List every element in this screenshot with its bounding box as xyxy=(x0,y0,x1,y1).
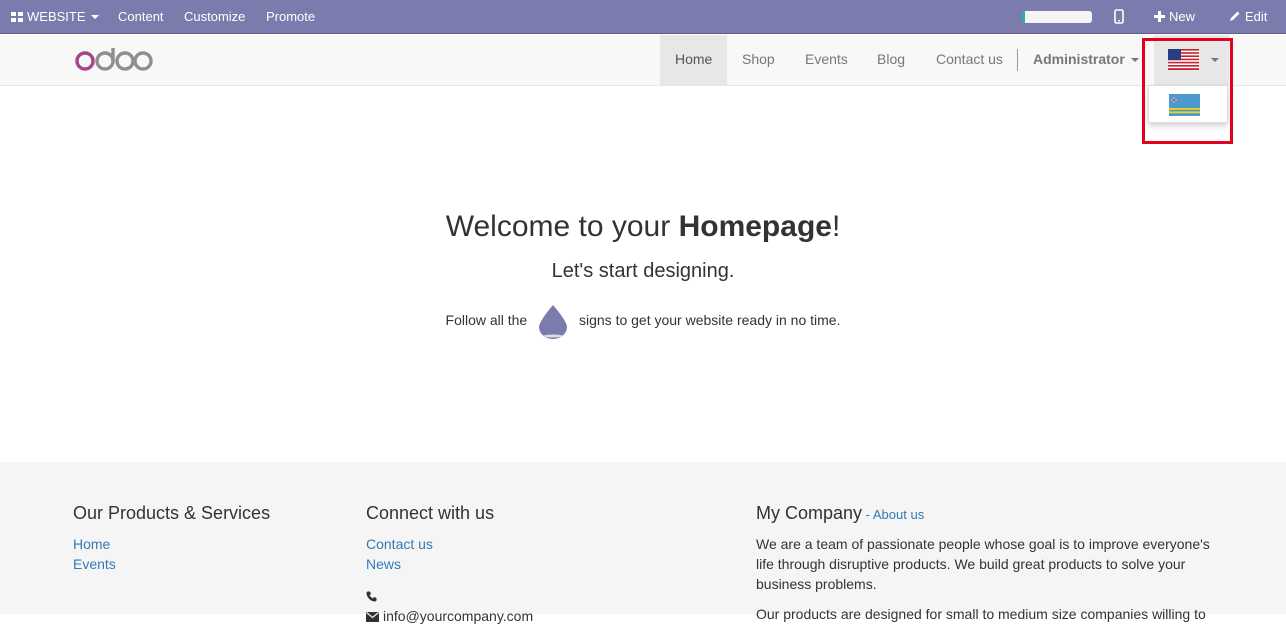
company-separator: - xyxy=(862,507,873,522)
promote-menu[interactable]: Promote xyxy=(266,0,315,34)
user-menu[interactable]: Administrator xyxy=(1018,35,1154,85)
site-footer: Our Products & Services Home Events Conn… xyxy=(0,462,1286,624)
droplet-icon xyxy=(539,305,568,340)
mobile-preview-button[interactable] xyxy=(1114,0,1124,34)
website-menu-label: WEBSITE xyxy=(27,9,86,24)
footer-link-home[interactable]: Home xyxy=(73,534,270,554)
footer-products-title: Our Products & Services xyxy=(73,503,271,523)
language-dropdown xyxy=(1148,85,1228,123)
footer-connect: Connect with us Contact us News info@you… xyxy=(366,502,533,626)
website-menu[interactable]: WEBSITE xyxy=(11,0,99,34)
footer-products: Our Products & Services Home Events xyxy=(73,502,270,574)
chevron-down-icon xyxy=(1211,58,1219,62)
odoo-logo[interactable] xyxy=(75,47,155,73)
footer-email-text: info@yourcompany.com xyxy=(383,608,534,624)
company-name: My Company xyxy=(756,503,863,523)
hero-subtitle: Let's start designing. xyxy=(551,260,735,282)
footer-company-title: My Company - About us xyxy=(756,502,1216,524)
user-menu-label: Administrator xyxy=(1033,51,1125,67)
edit-button-label: Edit xyxy=(1245,9,1268,24)
hero-title-suffix: ! xyxy=(831,210,841,243)
phone-icon xyxy=(366,591,377,602)
nav-item-contact-us[interactable]: Contact us xyxy=(921,35,1018,85)
company-description-2: Our products are designed for small to m… xyxy=(756,606,1206,622)
about-us-link[interactable]: About us xyxy=(873,507,924,522)
site-navbar: Home Shop Events Blog Contact us Adminis… xyxy=(0,35,1286,86)
apps-grid-icon xyxy=(11,12,23,22)
footer-link-events[interactable]: Events xyxy=(73,554,270,574)
follow-suffix: signs to get your website ready in no ti… xyxy=(579,312,841,328)
nav-item-events[interactable]: Events xyxy=(790,35,863,85)
language-selector[interactable] xyxy=(1154,35,1229,85)
nav-item-blog[interactable]: Blog xyxy=(862,35,920,85)
new-button[interactable]: New xyxy=(1154,0,1195,34)
hero-title: Welcome to your Homepage! xyxy=(0,210,1286,244)
company-description: We are a team of passionate people whose… xyxy=(756,536,1210,592)
mobile-icon xyxy=(1114,9,1124,24)
admin-topbar: WEBSITE Content Customize Promote New Ed… xyxy=(0,0,1286,34)
hero-title-bold: Homepage xyxy=(678,210,832,243)
progress-fill xyxy=(1022,11,1025,23)
hero-follow-text: Follow all the signs to get your website… xyxy=(0,300,1286,340)
hero-title-prefix: Welcome to your xyxy=(445,210,679,243)
footer-link-contact-us[interactable]: Contact us xyxy=(366,534,533,554)
footer-phone xyxy=(366,586,533,606)
aruba-flag-icon[interactable] xyxy=(1169,94,1200,116)
nav-item-shop[interactable]: Shop xyxy=(727,35,790,85)
follow-prefix: Follow all the xyxy=(445,312,528,328)
footer-company: My Company - About us We are a team of p… xyxy=(756,502,1216,624)
customize-menu[interactable]: Customize xyxy=(184,0,245,34)
us-flag-icon xyxy=(1168,49,1199,70)
plus-icon xyxy=(1154,11,1165,22)
footer-connect-title: Connect with us xyxy=(366,503,495,523)
content-menu[interactable]: Content xyxy=(118,0,164,34)
chevron-down-icon xyxy=(90,15,99,19)
pencil-icon xyxy=(1230,11,1240,21)
setup-progress-bar[interactable] xyxy=(1022,11,1092,23)
new-button-label: New xyxy=(1169,9,1196,24)
nav-item-home[interactable]: Home xyxy=(660,35,728,85)
footer-link-news[interactable]: News xyxy=(366,554,533,574)
chevron-down-icon xyxy=(1130,58,1139,62)
edit-button[interactable]: Edit xyxy=(1229,0,1267,34)
footer-email: info@yourcompany.com xyxy=(366,606,533,626)
